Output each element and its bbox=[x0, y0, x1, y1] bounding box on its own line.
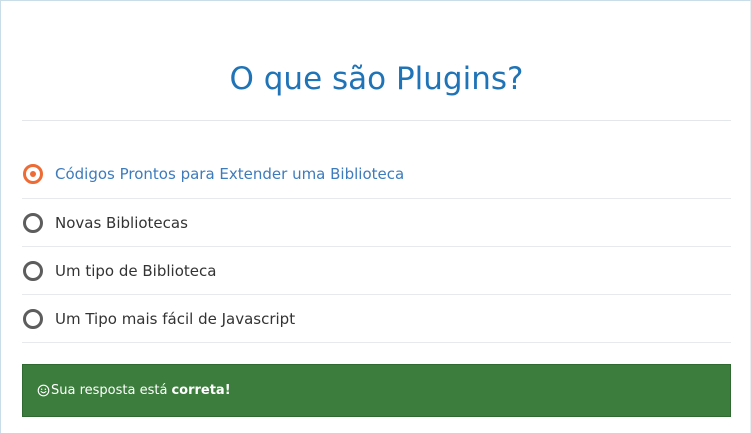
answer-options: Códigos Prontos para Extender uma Biblio… bbox=[22, 121, 731, 343]
smile-icon bbox=[37, 384, 50, 397]
feedback-message: Sua resposta está bbox=[51, 383, 168, 398]
answer-option-label: Novas Bibliotecas bbox=[55, 213, 188, 232]
feedback-result: correta! bbox=[171, 383, 231, 398]
quiz-card: O que são Plugins? Códigos Prontos para … bbox=[22, 1, 731, 343]
radio-icon[interactable] bbox=[23, 260, 43, 281]
radio-icon[interactable] bbox=[23, 308, 43, 329]
answer-option-1[interactable]: Códigos Prontos para Extender uma Biblio… bbox=[22, 121, 731, 199]
radio-selected-icon[interactable] bbox=[23, 164, 43, 184]
feedback-success-alert: Sua resposta está correta! bbox=[22, 364, 731, 417]
answer-option-label: Códigos Prontos para Extender uma Biblio… bbox=[55, 165, 405, 183]
question-title: O que são Plugins? bbox=[22, 1, 731, 121]
answer-option-label: Um tipo de Biblioteca bbox=[55, 261, 217, 280]
answer-option-label: Um Tipo mais fácil de Javascript bbox=[55, 309, 296, 328]
answer-option-3[interactable]: Um tipo de Biblioteca bbox=[22, 247, 731, 295]
question-title-text: O que são Plugins? bbox=[229, 61, 524, 97]
answer-option-4[interactable]: Um Tipo mais fácil de Javascript bbox=[22, 295, 731, 343]
quiz-frame: O que são Plugins? Códigos Prontos para … bbox=[0, 0, 751, 433]
answer-option-2[interactable]: Novas Bibliotecas bbox=[22, 199, 731, 247]
radio-icon[interactable] bbox=[23, 212, 43, 233]
